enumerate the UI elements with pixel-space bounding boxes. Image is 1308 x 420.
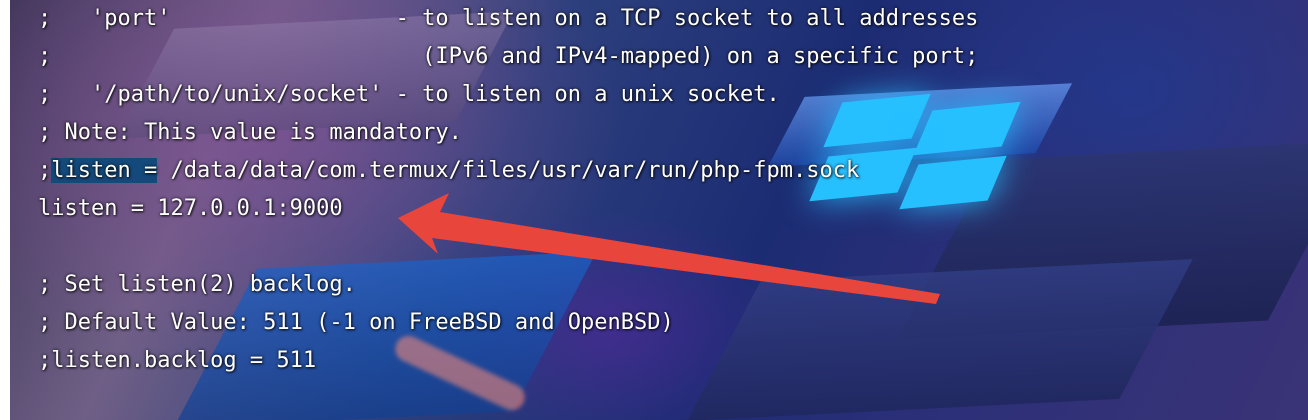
arrow-head — [398, 193, 940, 304]
arrow-annotation-icon — [398, 193, 940, 304]
